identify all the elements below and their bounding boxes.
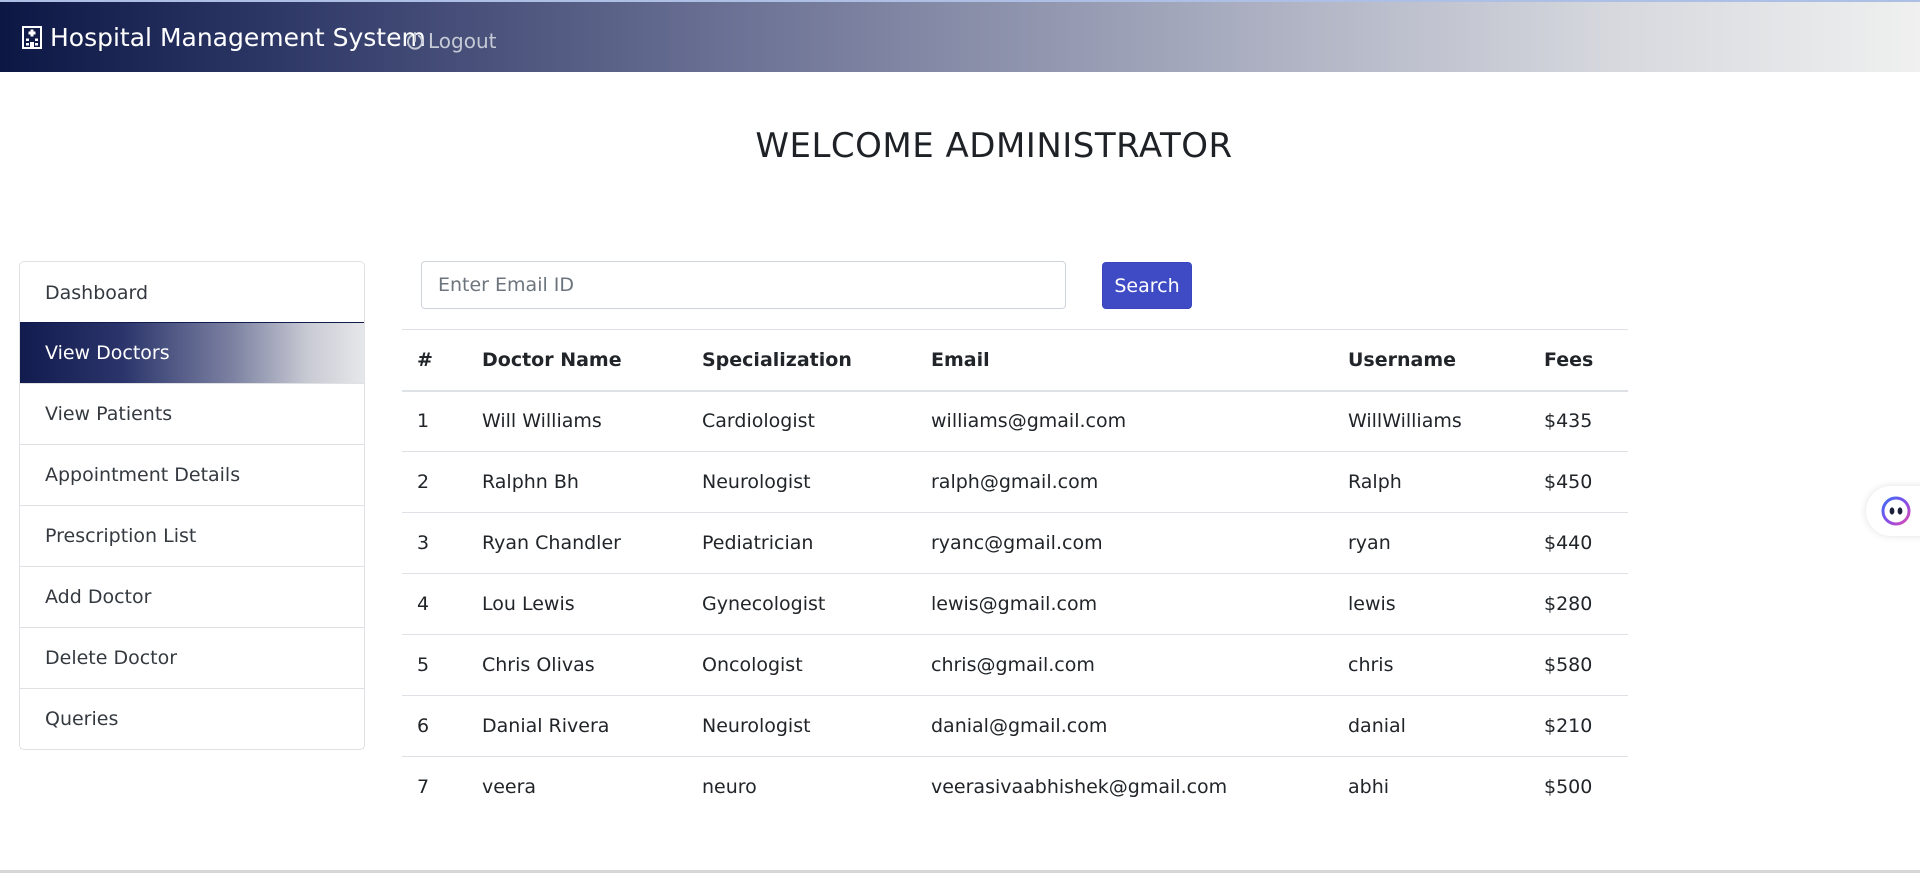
- table-row: 6 Danial Rivera Neurologist danial@gmail…: [402, 695, 1628, 757]
- cell-specialization: Neurologist: [687, 451, 916, 513]
- column-header-number: #: [402, 329, 467, 392]
- top-navbar: Hospital Management System Logout: [0, 0, 1920, 72]
- cell-fees: $580: [1529, 634, 1628, 696]
- cell-fees: $440: [1529, 512, 1628, 574]
- cell-fees: $280: [1529, 573, 1628, 635]
- cell-number: 2: [402, 451, 467, 513]
- sidebar-item-prescription-list[interactable]: Prescription List: [20, 505, 364, 566]
- cell-doctor-name: Danial Rivera: [467, 695, 687, 757]
- cell-specialization: Neurologist: [687, 695, 916, 757]
- cell-number: 4: [402, 573, 467, 635]
- sidebar-item-add-doctor[interactable]: Add Doctor: [20, 566, 364, 627]
- cell-username: WillWilliams: [1333, 390, 1529, 452]
- cell-number: 1: [402, 390, 467, 452]
- table-row: 3 Ryan Chandler Pediatrician ryanc@gmail…: [402, 512, 1628, 574]
- cell-number: 7: [417, 776, 430, 799]
- cell-username: ryan: [1333, 512, 1529, 574]
- cell-email: danial@gmail.com: [916, 695, 1333, 757]
- sidebar-item-delete-doctor[interactable]: Delete Doctor: [20, 627, 364, 688]
- cell-username: lewis: [1333, 573, 1529, 635]
- cell-doctor-name: Chris Olivas: [467, 634, 687, 696]
- sidebar-nav: Dashboard View Doctors View Patients App…: [19, 261, 365, 750]
- sidebar-item-dashboard[interactable]: Dashboard: [20, 262, 364, 322]
- table-row: 7 veera neuro veerasivaabhishek@gmail.co…: [402, 757, 1628, 818]
- sidebar-item-queries[interactable]: Queries: [20, 688, 364, 749]
- cell-number: 5: [402, 634, 467, 696]
- column-header-doctor-name: Doctor Name: [467, 329, 687, 392]
- logout-link[interactable]: Logout: [405, 26, 496, 56]
- brand-title: Hospital Management System: [50, 22, 426, 52]
- cell-doctor-name: veera: [482, 776, 537, 799]
- cell-fees: $210: [1529, 695, 1628, 757]
- cell-doctor-name: Ryan Chandler: [467, 512, 687, 574]
- cell-username: chris: [1333, 634, 1529, 696]
- page-title: WELCOME ADMINISTRATOR: [755, 126, 1233, 166]
- table-row: 5 Chris Olivas Oncologist chris@gmail.co…: [402, 634, 1628, 696]
- assistant-face-icon: [1881, 496, 1911, 526]
- cell-doctor-name: Will Williams: [467, 390, 687, 452]
- table-header-row: # Doctor Name Specialization Email Usern…: [402, 329, 1628, 392]
- email-search-input[interactable]: [421, 261, 1066, 309]
- cell-doctor-name: Lou Lewis: [467, 573, 687, 635]
- doctors-table: # Doctor Name Specialization Email Usern…: [402, 329, 1628, 818]
- cell-doctor-name: Ralphn Bh: [467, 451, 687, 513]
- cell-email: ryanc@gmail.com: [916, 512, 1333, 574]
- cell-specialization: Oncologist: [687, 634, 916, 696]
- sidebar-item-appointment-details[interactable]: Appointment Details: [20, 444, 364, 505]
- cell-fees: $450: [1529, 451, 1628, 513]
- column-header-fees: Fees: [1529, 329, 1628, 392]
- sidebar-item-view-patients[interactable]: View Patients: [20, 383, 364, 444]
- cell-specialization: Cardiologist: [687, 390, 916, 452]
- cell-number: 3: [402, 512, 467, 574]
- column-header-email: Email: [916, 329, 1333, 392]
- table-row: 2 Ralphn Bh Neurologist ralph@gmail.com …: [402, 451, 1628, 513]
- cell-fees: $500: [1544, 776, 1593, 799]
- column-header-specialization: Specialization: [687, 329, 916, 392]
- column-header-username: Username: [1333, 329, 1529, 392]
- cell-email: veerasivaabhishek@gmail.com: [931, 776, 1228, 799]
- table-row: 4 Lou Lewis Gynecologist lewis@gmail.com…: [402, 573, 1628, 635]
- cell-specialization: Gynecologist: [687, 573, 916, 635]
- cell-specialization: neuro: [702, 776, 757, 799]
- hospital-icon: [22, 26, 42, 49]
- cell-email: chris@gmail.com: [916, 634, 1333, 696]
- brand-link[interactable]: Hospital Management System: [20, 22, 426, 52]
- cell-number: 6: [402, 695, 467, 757]
- power-icon: [407, 32, 423, 50]
- table-row: 1 Will Williams Cardiologist williams@gm…: [402, 390, 1628, 452]
- cell-username: danial: [1333, 695, 1529, 757]
- cell-specialization: Pediatrician: [687, 512, 916, 574]
- logout-label: Logout: [428, 29, 497, 53]
- cell-email: ralph@gmail.com: [916, 451, 1333, 513]
- cell-fees: $435: [1529, 390, 1628, 452]
- cell-username: abhi: [1348, 776, 1390, 799]
- assistant-widget-button[interactable]: [1866, 486, 1920, 536]
- cell-username: Ralph: [1333, 451, 1529, 513]
- cell-email: williams@gmail.com: [916, 390, 1333, 452]
- sidebar-item-view-doctors[interactable]: View Doctors: [20, 322, 364, 383]
- search-button[interactable]: Search: [1102, 262, 1192, 309]
- cell-email: lewis@gmail.com: [916, 573, 1333, 635]
